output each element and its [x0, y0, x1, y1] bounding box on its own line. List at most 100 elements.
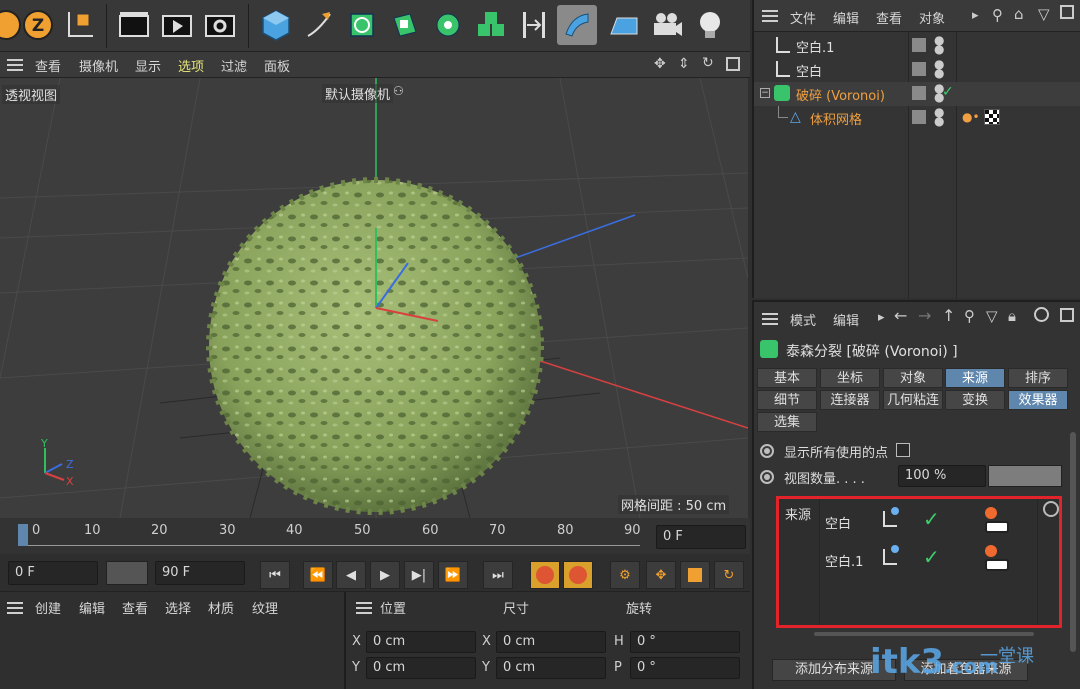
go-to-start-icon[interactable]: ⏮	[260, 561, 290, 589]
size-x-field[interactable]: 0 cm	[496, 631, 606, 653]
light-bulb-icon[interactable]	[690, 5, 730, 45]
render-dots-icon[interactable]: ● ●	[934, 106, 944, 127]
attr-menu-edit[interactable]: 编辑	[833, 310, 859, 329]
menu-cameras[interactable]: 摄像机	[79, 56, 118, 75]
tab-details[interactable]: 细节	[757, 390, 817, 410]
tag-icon[interactable]: ●•	[962, 110, 980, 124]
render-dots-icon[interactable]: ● ●	[934, 34, 944, 55]
material-menu-icon[interactable]	[7, 602, 23, 614]
new-window-icon[interactable]	[1060, 308, 1074, 322]
tab-transform[interactable]: 变换	[945, 390, 1005, 410]
tab-coord[interactable]: 坐标	[820, 368, 880, 388]
source-enabled-check-icon[interactable]: ✓	[923, 545, 940, 569]
position-key-icon[interactable]: ✥	[646, 561, 676, 589]
dolly-view-icon[interactable]: ⇕	[678, 56, 690, 72]
volume-tag-icon[interactable]	[984, 109, 1000, 125]
play-icon[interactable]: ▶	[370, 561, 400, 589]
menu-view[interactable]: 查看	[35, 56, 61, 75]
current-frame-field[interactable]: 0 F	[656, 525, 746, 549]
source-list-hscroll[interactable]	[814, 632, 1034, 636]
mat-menu-view[interactable]: 查看	[122, 598, 148, 617]
obj-menu-object[interactable]: 对象	[919, 8, 945, 27]
object-row-voronoi[interactable]: − 破碎 (Voronoi) ● ● ✓	[754, 82, 1080, 106]
view-count-radio[interactable]	[760, 470, 774, 484]
mat-menu-select[interactable]: 选择	[165, 598, 191, 617]
cloner-mograph-icon[interactable]	[428, 5, 468, 45]
menu-more-icon[interactable]: ▸	[878, 310, 885, 325]
previous-key-icon[interactable]: ⏪	[303, 561, 333, 589]
end-frame-field[interactable]: 90 F	[155, 561, 245, 585]
rotation-key-icon[interactable]: ↻	[714, 561, 744, 589]
next-frame-icon[interactable]: ▶|	[404, 561, 434, 589]
tab-connectors[interactable]: 连接器	[820, 390, 880, 410]
camera-icon[interactable]	[647, 5, 687, 45]
sweep-object-icon[interactable]	[557, 5, 597, 45]
go-to-end-icon[interactable]: ⏭	[483, 561, 513, 589]
obj-menu-edit[interactable]: 编辑	[833, 8, 859, 27]
size-y-field[interactable]: 0 cm	[496, 657, 606, 679]
view-count-field[interactable]: 100 %	[898, 465, 986, 487]
render-view-icon[interactable]	[114, 5, 154, 45]
pos-x-field[interactable]: 0 cm	[366, 631, 476, 653]
pos-y-field[interactable]: 0 cm	[366, 657, 476, 679]
deformer-icon[interactable]	[514, 5, 554, 45]
coordinate-system-icon[interactable]	[60, 5, 100, 45]
rotate-view-icon[interactable]: ↻	[702, 55, 714, 71]
render-settings-icon[interactable]	[200, 5, 240, 45]
render-eye-icon[interactable]	[985, 521, 1009, 533]
previous-frame-icon[interactable]: ◀	[336, 561, 366, 589]
tab-basic[interactable]: 基本	[757, 368, 817, 388]
perspective-viewport[interactable]: Y Z X 透视视图 默认摄像机 ⚇ 网格间距 : 50 cm	[0, 78, 748, 518]
home-icon[interactable]: ⌂	[1014, 5, 1024, 23]
keyframe-selection-icon[interactable]: ⚙	[610, 561, 640, 589]
extrude-generator-icon[interactable]	[385, 5, 425, 45]
menu-options[interactable]: 选项	[178, 56, 204, 75]
mat-menu-texture[interactable]: 纹理	[252, 598, 278, 617]
mat-menu-edit[interactable]: 编辑	[79, 598, 105, 617]
visibility-dot-icon[interactable]	[985, 545, 997, 557]
tab-selections[interactable]: 选集	[757, 412, 817, 432]
view-count-slider[interactable]	[988, 465, 1062, 487]
tab-sorting[interactable]: 排序	[1008, 368, 1068, 388]
render-eye-icon[interactable]	[985, 559, 1009, 571]
source-name[interactable]: 空白	[825, 513, 851, 532]
rot-h-field[interactable]: 0 °	[630, 631, 740, 653]
forward-arrow-icon[interactable]: →	[918, 306, 931, 325]
filter-icon[interactable]: ▽	[986, 307, 998, 325]
menu-more-icon[interactable]: ▸	[972, 8, 979, 23]
range-slider[interactable]	[106, 561, 148, 585]
visibility-toggle-icon[interactable]	[912, 86, 926, 100]
tab-effectors[interactable]: 效果器	[1008, 390, 1068, 410]
obj-menu-view[interactable]: 查看	[876, 8, 902, 27]
menu-filter[interactable]: 过滤	[221, 56, 247, 75]
object-row-volume-mesher[interactable]: △ 体积网格 ● ● ●•	[754, 106, 1080, 130]
camera-small-icon[interactable]: ⚇	[393, 84, 404, 98]
tab-geometry-glue[interactable]: 几何粘连	[883, 390, 943, 410]
object-row-null[interactable]: 空白 ● ●	[754, 58, 1080, 82]
visibility-toggle-icon[interactable]	[912, 62, 926, 76]
back-arrow-icon[interactable]: ←	[894, 306, 907, 325]
tab-sources[interactable]: 来源	[945, 368, 1005, 388]
source-enabled-check-icon[interactable]: ✓	[923, 507, 940, 531]
up-arrow-icon[interactable]: ↑	[942, 306, 955, 325]
target-icon[interactable]	[1034, 307, 1049, 322]
object-menu-icon[interactable]	[762, 10, 778, 22]
mat-menu-material[interactable]: 材质	[208, 598, 234, 617]
pick-source-icon[interactable]	[1043, 501, 1059, 517]
z-axis-lock-icon[interactable]: Z	[18, 5, 58, 45]
attr-menu-mode[interactable]: 模式	[790, 310, 816, 329]
scale-key-icon[interactable]	[680, 561, 710, 589]
subdivision-surface-icon[interactable]	[342, 5, 382, 45]
menu-display[interactable]: 显示	[135, 56, 161, 75]
cube-primitive-icon[interactable]	[256, 5, 296, 45]
floor-object-icon[interactable]	[604, 5, 644, 45]
viewport-menu-icon[interactable]	[7, 59, 23, 71]
new-window-icon[interactable]	[1060, 5, 1074, 19]
timeline-ruler[interactable]: 0 10 20 30 40 50 60 70 80 90 0 F	[0, 518, 750, 554]
mat-menu-create[interactable]: 创建	[35, 598, 61, 617]
visibility-toggle-icon[interactable]	[912, 110, 926, 124]
coord-menu-icon[interactable]	[356, 602, 372, 614]
lock-icon[interactable]: 🔒︎	[1008, 307, 1016, 325]
render-dots-icon[interactable]: ● ●	[934, 58, 944, 79]
menu-panel[interactable]: 面板	[264, 56, 290, 75]
